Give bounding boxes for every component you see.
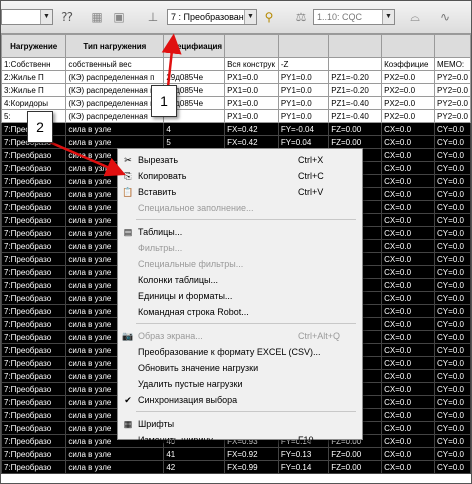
- annotation-arrows: [46, 33, 182, 177]
- arrow-to-copy: [46, 139, 126, 177]
- callout-1: 1: [151, 85, 177, 117]
- arrow-to-combo: [161, 33, 182, 88]
- app-window: ▼ ⁇ ▦ ▣ ⊥ 7 : Преобразовани ▼ ⚲ ⚖ 1..10:…: [0, 0, 472, 484]
- callout-2: 2: [27, 111, 53, 143]
